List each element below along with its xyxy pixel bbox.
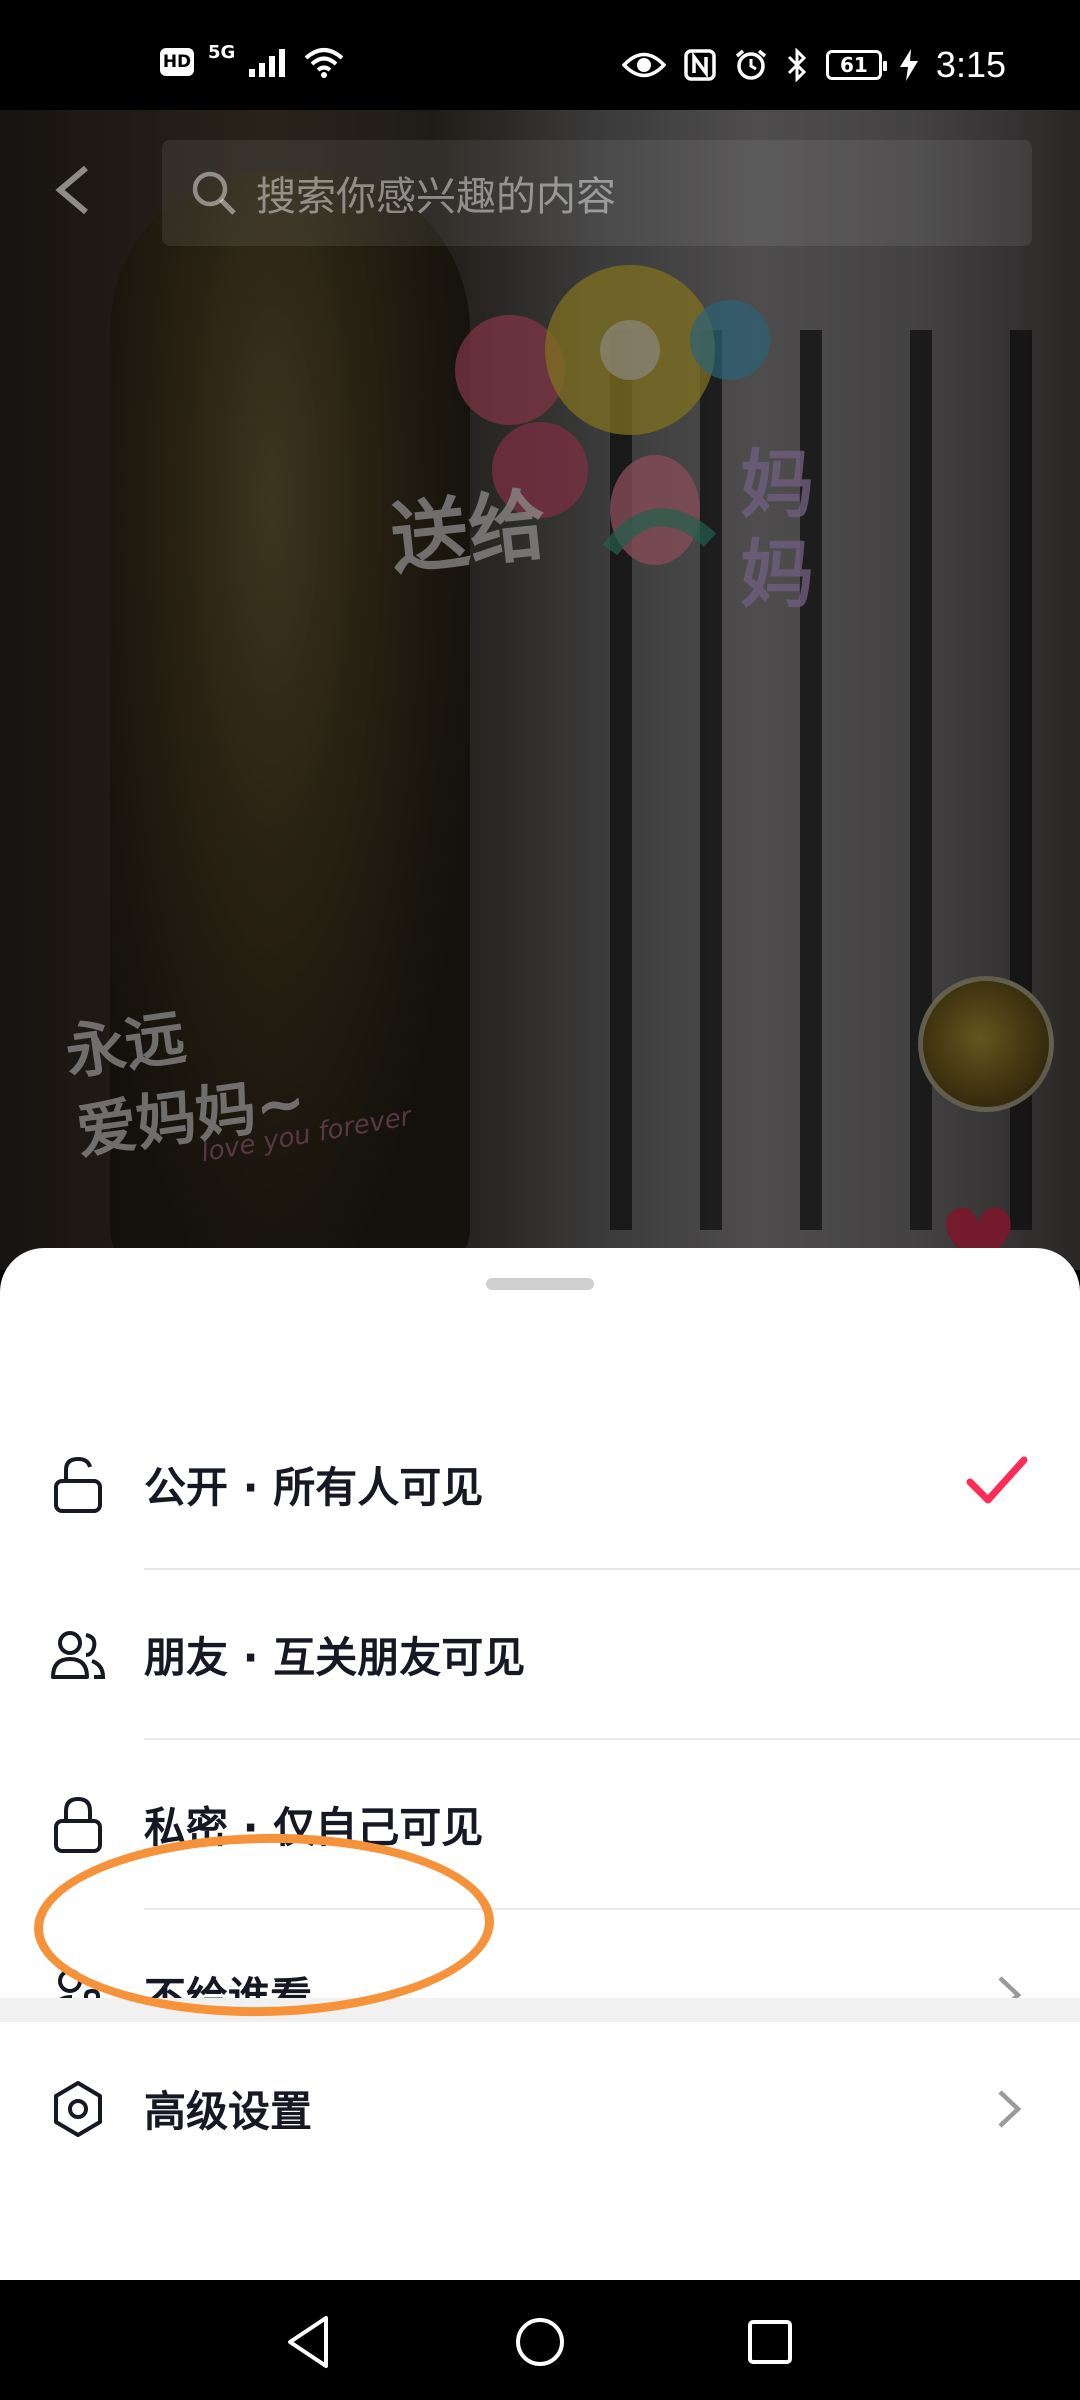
visibility-bottom-sheet: 公开 · 所有人可见 朋友 · 互关朋友可见 私密 · 仅自己可见 高级设置	[0, 1248, 1080, 2280]
friends-icon	[51, 1631, 106, 1679]
status-clock: 3:15	[935, 44, 1006, 85]
back-triangle-icon[interactable]	[278, 2310, 342, 2374]
battery-indicator: 61	[825, 50, 887, 80]
video-background: 送给 妈妈 永远 爱妈妈~ love you forever ♥ 搜索你感兴趣的…	[0, 110, 1080, 1270]
unlocked-padlock-icon	[54, 1456, 102, 1513]
section-separator	[0, 1998, 1080, 2022]
option-advanced-label: 高级设置	[144, 2087, 313, 2136]
nfc-icon	[684, 49, 716, 81]
system-nav-bar	[0, 2280, 1080, 2400]
hd-badge: HD	[160, 48, 194, 76]
checkmark-icon	[966, 1456, 1028, 1504]
hexagon-settings-icon	[54, 2081, 102, 2137]
option-private-label: 私密 · 仅自己可见	[144, 1803, 484, 1852]
alarm-icon	[735, 49, 767, 80]
option-advanced-settings[interactable]: 高级设置	[0, 2024, 1080, 2194]
padlock-icon	[54, 1796, 102, 1853]
back-arrow-icon	[55, 165, 88, 215]
status-left-group: HD 5G	[160, 42, 345, 78]
chevron-right-icon	[998, 2090, 1022, 2128]
top-search-row: 搜索你感兴趣的内容	[0, 130, 1080, 246]
charging-bolt-icon	[899, 49, 918, 81]
wifi-icon	[304, 48, 344, 78]
search-bar: 搜索你感兴趣的内容	[162, 140, 1032, 246]
option-private[interactable]: 私密 · 仅自己可见	[0, 1740, 1080, 1910]
sheet-drag-handle[interactable]	[486, 1278, 594, 1290]
option-public[interactable]: 公开 · 所有人可见	[0, 1400, 1080, 1570]
network-type-label: 5G	[208, 41, 236, 63]
option-friends-label: 朋友 · 互关朋友可见	[144, 1633, 526, 1682]
signal-icon	[249, 49, 286, 77]
home-circle-icon[interactable]	[508, 2310, 572, 2374]
video-dim-overlay	[0, 110, 1080, 1270]
option-friends[interactable]: 朋友 · 互关朋友可见	[0, 1570, 1080, 1740]
search-icon	[192, 171, 236, 215]
recents-square-icon[interactable]	[738, 2310, 802, 2374]
bluetooth-icon	[787, 48, 807, 82]
eye-icon	[621, 52, 666, 78]
status-right-group: 61 3:15	[621, 44, 1006, 86]
search-placeholder: 搜索你感兴趣的内容	[256, 174, 616, 220]
status-bar: HD 5G 61 3:15	[0, 0, 1080, 110]
option-public-label: 公开 · 所有人可见	[144, 1463, 484, 1512]
